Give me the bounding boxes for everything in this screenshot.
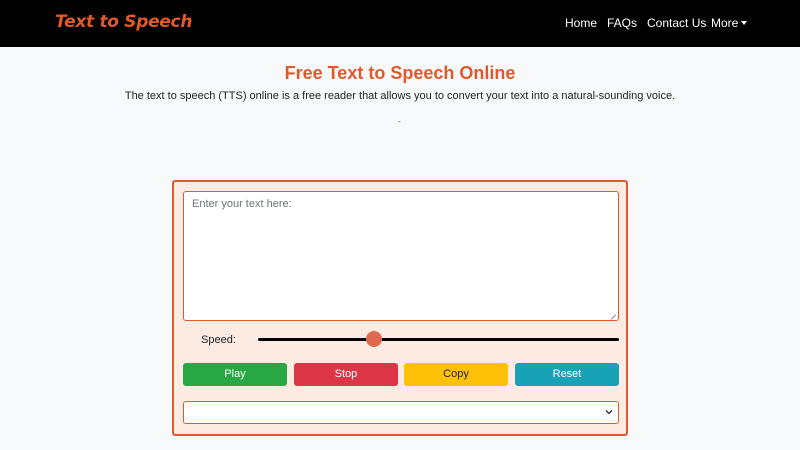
navbar: Text to Speech Home FAQs Contact Us More: [0, 0, 800, 47]
nav-more-label: More: [711, 16, 739, 30]
caret-down-icon: [741, 21, 748, 25]
chevron-down-icon: [605, 409, 613, 415]
brand-logo[interactable]: Text to Speech: [55, 12, 192, 32]
copy-button[interactable]: Copy: [404, 363, 508, 386]
speed-slider-track[interactable]: [258, 338, 619, 341]
play-button[interactable]: Play: [183, 363, 287, 386]
resize-grip-icon[interactable]: [611, 314, 617, 320]
nav-home[interactable]: Home: [565, 16, 597, 30]
nav-more-dropdown[interactable]: More: [711, 16, 748, 30]
voice-select[interactable]: [183, 401, 619, 424]
page-subtitle: The text to speech (TTS) online is a fre…: [124, 90, 676, 102]
text-input[interactable]: [183, 191, 619, 321]
nav-contact-us[interactable]: Contact Us: [647, 16, 706, 30]
reset-button[interactable]: Reset: [515, 363, 619, 386]
speed-label: Speed:: [201, 334, 236, 346]
speed-slider-thumb[interactable]: [365, 331, 382, 347]
nav-faqs[interactable]: FAQs: [607, 16, 637, 30]
separator-dot: -: [398, 117, 401, 126]
page-title: Free Text to Speech Online: [284, 63, 516, 83]
stop-button[interactable]: Stop: [294, 363, 398, 386]
tts-panel: Speed: Play Stop Copy Reset: [172, 180, 628, 436]
